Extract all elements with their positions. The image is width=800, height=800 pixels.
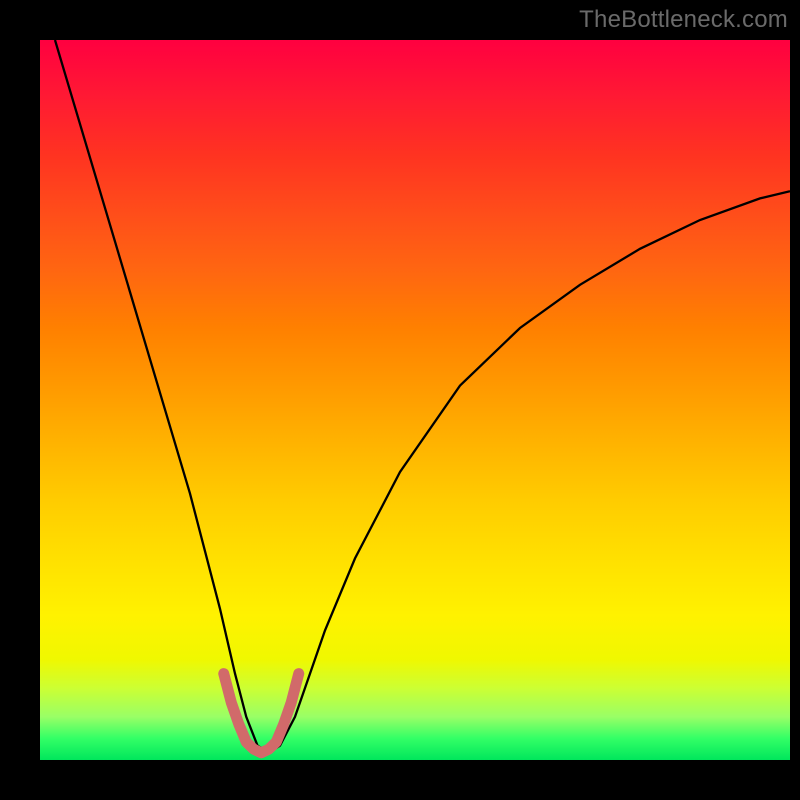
valley-highlight [224,674,299,753]
chart-frame: TheBottleneck.com [0,0,800,800]
curve-layer [40,40,790,760]
watermark-text: TheBottleneck.com [579,6,788,34]
bottleneck-curve [55,40,790,753]
plot-area [40,40,790,760]
